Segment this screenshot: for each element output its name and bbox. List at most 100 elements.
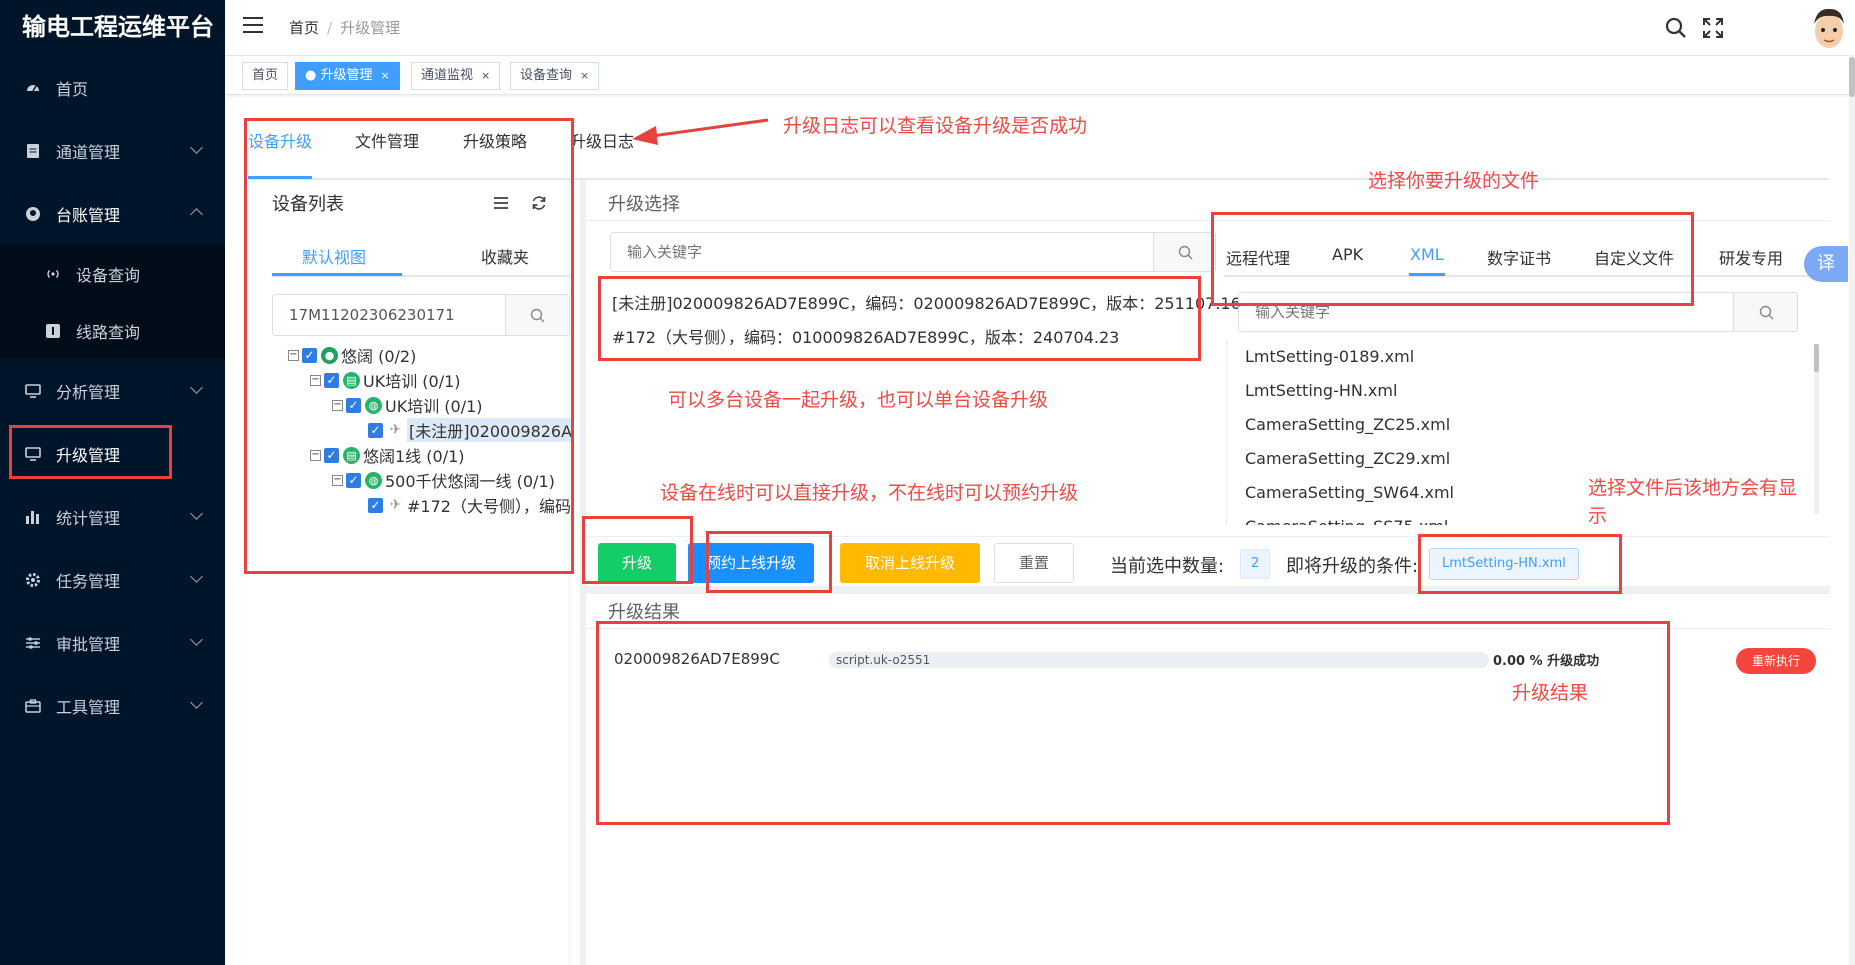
group-icon: ▤ <box>343 446 360 464</box>
tab-favorites[interactable]: 收藏夹 <box>481 244 529 268</box>
chevron-up-icon <box>190 208 203 221</box>
chevron-down-icon <box>190 507 203 520</box>
upgrade-button[interactable]: 升级 <box>598 543 676 583</box>
checkbox[interactable]: ✓ <box>368 422 383 438</box>
tab-xml[interactable]: XML <box>1410 245 1444 264</box>
annotation-online: 设备在线时可以直接升级，不在线时可以预约升级 <box>660 482 1079 504</box>
menu-toggle-icon[interactable] <box>243 17 263 35</box>
info-icon <box>44 322 62 340</box>
file-search-button[interactable] <box>1733 293 1797 331</box>
translate-button[interactable]: 译 <box>1804 246 1848 282</box>
search-icon[interactable] <box>1665 17 1687 43</box>
device-keyword-input[interactable] <box>611 233 1151 271</box>
checkbox[interactable]: ✓ <box>324 372 339 388</box>
collapse-icon[interactable]: − <box>332 474 343 486</box>
sidebar-item-label: 线路查询 <box>76 322 141 342</box>
header-actions <box>1665 0 1855 55</box>
close-icon[interactable]: × <box>580 69 589 82</box>
tree-node[interactable]: − ✓ ◍ UK培训 (0/1) <box>332 394 483 416</box>
file-search-box <box>1238 292 1798 332</box>
tree-node[interactable]: − ✓ ◍ 500千伏悠阔一线 (0/1) <box>332 469 555 491</box>
list-icon[interactable] <box>493 196 509 214</box>
tree-node[interactable]: ✓ ✈ #172（大号侧），编码 <box>368 494 571 516</box>
file-tab-divider <box>1224 275 1830 277</box>
globe-icon: ◍ <box>365 396 382 414</box>
sidebar-item-upgrade[interactable]: 升级管理 <box>0 422 225 485</box>
collapse-icon[interactable]: − <box>332 399 343 411</box>
tree-node-label: #172（大号侧），编码 <box>407 497 571 516</box>
tag-upgrade[interactable]: ● 升级管理 × <box>295 62 400 90</box>
search-icon <box>530 308 545 323</box>
sidebar-item-tools[interactable]: 工具管理 <box>0 674 225 737</box>
file-item[interactable]: LmtSetting-0189.xml <box>1227 340 1806 374</box>
file-item[interactable]: CameraSetting_ZC29.xml <box>1227 442 1806 476</box>
sidebar-item-approval[interactable]: 审批管理 <box>0 611 225 674</box>
sidebar-item-channel[interactable]: 通道管理 <box>0 119 225 182</box>
page-scrollbar[interactable] <box>1849 55 1855 965</box>
sidebar-item-statistics[interactable]: 统计管理 <box>0 485 225 548</box>
checkbox[interactable]: ✓ <box>346 397 361 413</box>
tree-node[interactable]: − ✓ ▤ 悠阔1线 (0/1) <box>310 444 465 466</box>
selected-device-item[interactable]: [未注册]020009826AD7E899C，编码：020009826AD7E8… <box>612 290 1241 314</box>
tree-node[interactable]: − ✓ ● 悠阔 (0/2) <box>288 344 416 366</box>
checkbox[interactable]: ✓ <box>324 447 339 463</box>
sidebar-item-home[interactable]: 首页 <box>0 56 225 119</box>
tab-device-upgrade[interactable]: 设备升级 <box>248 128 312 152</box>
sidebar-item-label: 工具管理 <box>56 697 121 717</box>
checkbox[interactable]: ✓ <box>302 347 317 363</box>
panel-divider <box>586 628 1830 629</box>
fullscreen-icon[interactable] <box>1703 18 1723 42</box>
sidebar-item-tasks[interactable]: 任务管理 <box>0 548 225 611</box>
tab-rd-only[interactable]: 研发专用 <box>1719 245 1783 269</box>
tree-node-label: UK培训 (0/1) <box>385 397 483 416</box>
collapse-icon[interactable]: − <box>310 449 321 461</box>
device-search-box <box>272 294 570 336</box>
schedule-upgrade-button[interactable]: 预约上线升级 <box>688 543 814 583</box>
avatar[interactable] <box>1805 4 1853 52</box>
close-icon[interactable]: × <box>481 69 490 82</box>
reset-button[interactable]: 重置 <box>994 543 1074 583</box>
selected-file-tag[interactable]: LmtSetting-HN.xml <box>1429 548 1579 580</box>
selected-device-item[interactable]: #172（大号侧），编码：010009826AD7E899C，版本：240704… <box>612 324 1119 348</box>
tag-channel-monitor[interactable]: 通道监视 × <box>411 62 501 90</box>
tab-upgrade-log[interactable]: 升级日志 <box>570 128 634 152</box>
device-search-input[interactable] <box>273 295 503 335</box>
sidebar-item-device-query[interactable]: 设备查询 <box>0 245 225 302</box>
sidebar-item-label: 分析管理 <box>56 382 121 402</box>
collapse-icon[interactable]: − <box>310 374 321 386</box>
checkbox[interactable]: ✓ <box>346 472 361 488</box>
checkbox[interactable]: ✓ <box>368 497 383 513</box>
close-icon[interactable]: × <box>380 69 389 82</box>
breadcrumb-home[interactable]: 首页 <box>289 19 319 37</box>
tree-node-label: [未注册]020009826A <box>407 418 575 442</box>
tab-upgrade-strategy[interactable]: 升级策略 <box>463 128 527 152</box>
chevron-down-icon <box>190 141 203 154</box>
cancel-schedule-button[interactable]: 取消上线升级 <box>840 543 980 583</box>
tab-apk[interactable]: APK <box>1332 245 1363 264</box>
sidebar-item-analysis[interactable]: 分析管理 <box>0 359 225 422</box>
sidebar-item-line-query[interactable]: 线路查询 <box>0 302 225 359</box>
tree-node[interactable]: ✓ ✈ [未注册]020009826A <box>368 418 575 442</box>
tag-device-query[interactable]: 设备查询 × <box>510 62 600 90</box>
search-button[interactable] <box>1153 233 1215 271</box>
file-list-scrollbar[interactable] <box>1814 344 1819 514</box>
annotation-upgrade-log: 升级日志可以查看设备升级是否成功 <box>783 115 1088 137</box>
rerun-button[interactable]: 重新执行 <box>1736 648 1816 674</box>
tag-home[interactable]: 首页 <box>242 62 289 90</box>
file-item[interactable]: CameraSetting_ZC25.xml <box>1227 408 1806 442</box>
tab-digital-cert[interactable]: 数字证书 <box>1487 245 1551 269</box>
refresh-icon[interactable] <box>531 195 547 215</box>
file-search-input[interactable] <box>1239 293 1729 331</box>
collapse-icon[interactable]: − <box>288 349 299 361</box>
tree-node[interactable]: − ✓ ▤ UK培训 (0/1) <box>310 369 461 391</box>
device-search-button[interactable] <box>505 295 569 335</box>
tab-remote-agent[interactable]: 远程代理 <box>1226 245 1290 269</box>
tab-active-indicator <box>248 176 312 179</box>
tab-file-management[interactable]: 文件管理 <box>355 128 419 152</box>
sidebar-item-ledger[interactable]: 台账管理 <box>0 182 225 245</box>
file-item[interactable]: LmtSetting-HN.xml <box>1227 374 1806 408</box>
tab-custom-file[interactable]: 自定义文件 <box>1594 245 1674 269</box>
selected-count-label: 当前选中数量: <box>1110 556 1225 577</box>
annotation-arrow-icon <box>632 118 769 145</box>
tab-default-view[interactable]: 默认视图 <box>302 244 366 268</box>
